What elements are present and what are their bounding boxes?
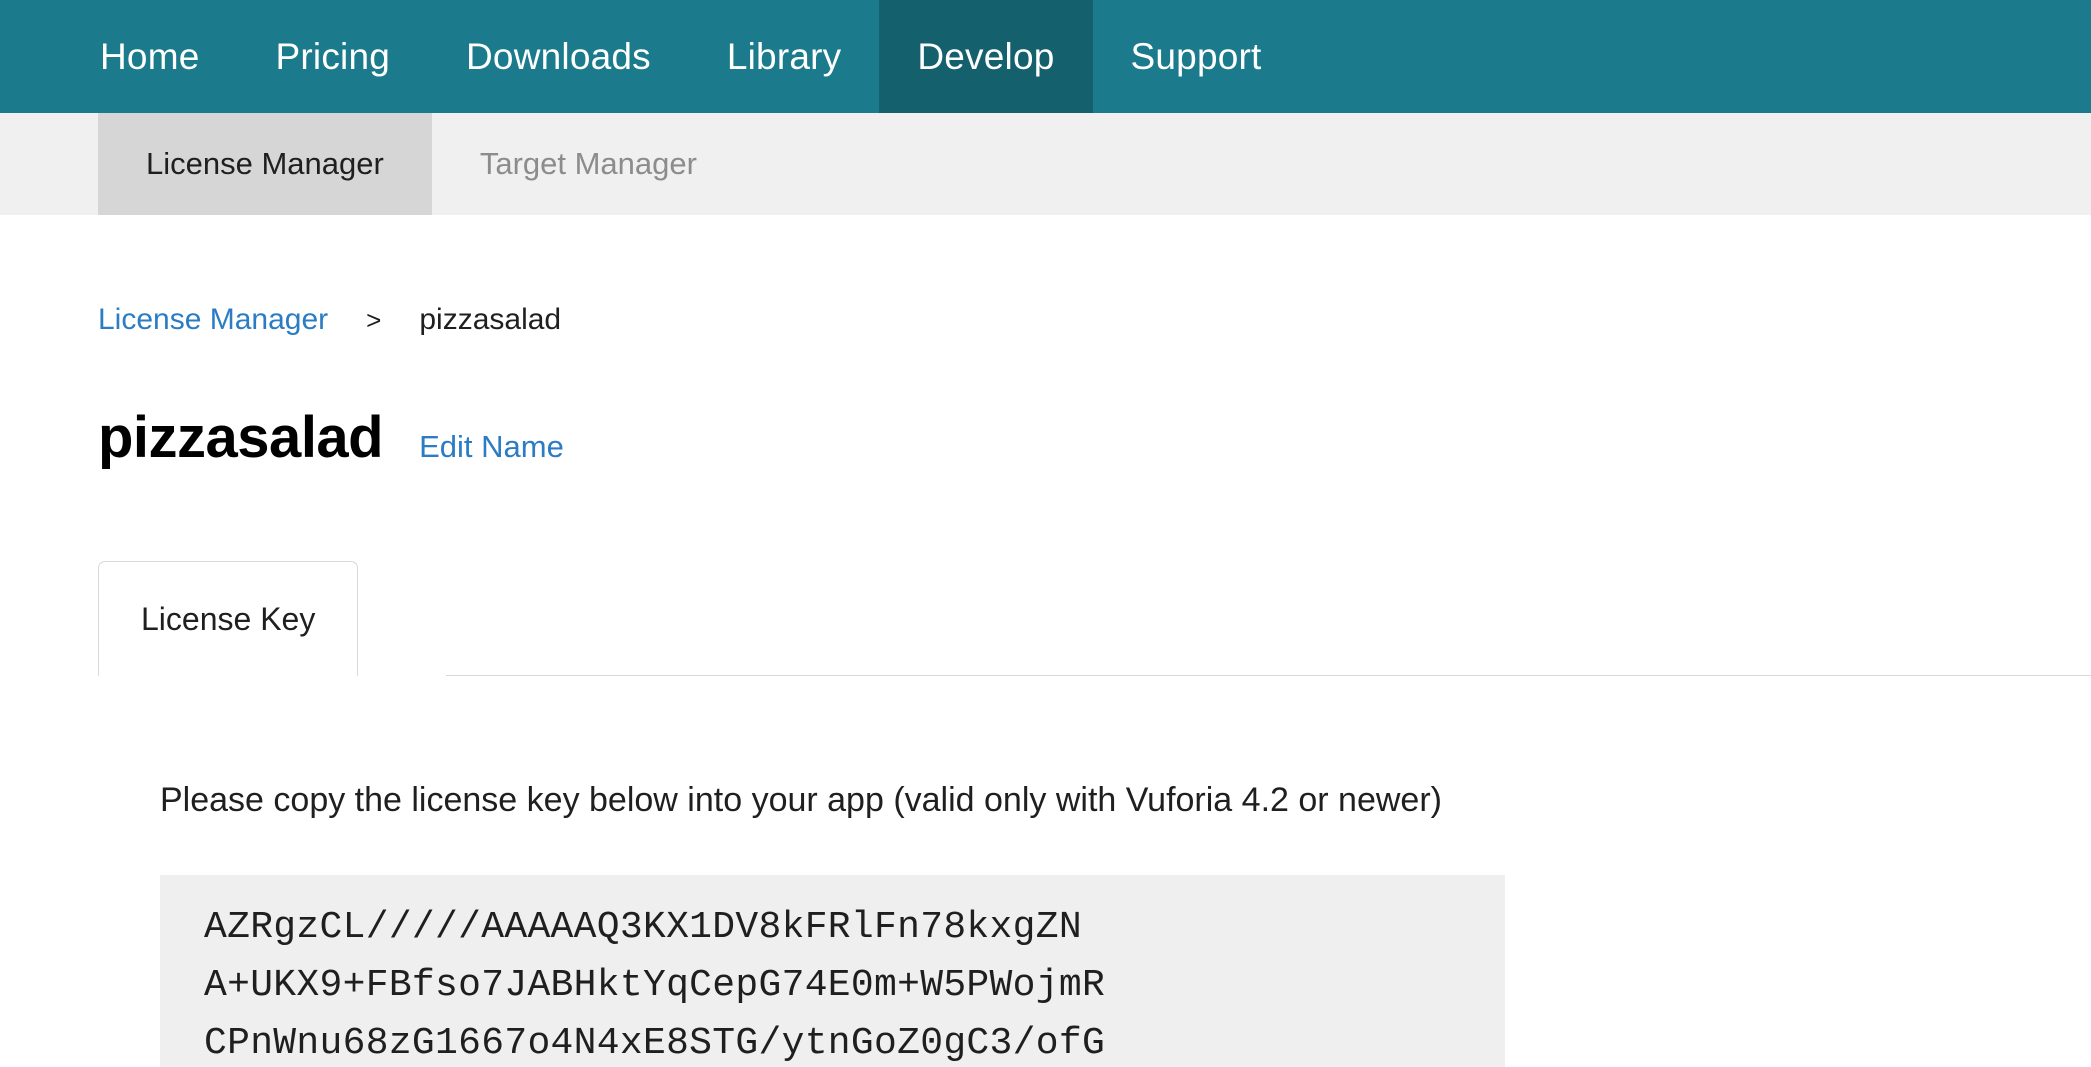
nav-item-support-label: Support	[1130, 35, 1262, 77]
sub-nav-item-license-manager-label: License Manager	[146, 146, 384, 181]
nav-item-downloads[interactable]: Downloads	[428, 0, 689, 113]
license-key-box[interactable]: AZRgzCL/////AAAAAQ3KX1DV8kFRlFn78kxgZN A…	[160, 875, 1505, 1067]
nav-item-home-label: Home	[100, 35, 200, 77]
breadcrumb-current: pizzasalad	[419, 303, 562, 336]
license-key-line: AZRgzCL/////AAAAAQ3KX1DV8kFRlFn78kxgZN	[204, 906, 1082, 949]
license-key-line: CPnWnu68zG1667o4N4xE8STG/ytnGoZ0gC3/ofG	[204, 1022, 1106, 1065]
sub-nav-item-target-manager-label: Target Manager	[479, 146, 697, 181]
page-content: License Manager > pizzasalad pizzasalad …	[0, 215, 2091, 1067]
edit-name-link[interactable]: Edit Name	[419, 429, 564, 465]
main-navigation-bar: Home Pricing Downloads Library Develop S…	[0, 0, 2091, 113]
nav-item-pricing-label: Pricing	[275, 35, 390, 77]
title-row: pizzasalad Edit Name	[98, 404, 2091, 471]
nav-item-support[interactable]: Support	[1093, 0, 1300, 113]
tab-strip-divider	[446, 675, 2091, 676]
license-key-instruction: Please copy the license key below into y…	[160, 781, 1442, 819]
secondary-navigation-bar: License Manager Target Manager	[0, 113, 2091, 215]
license-key-line: A+UKX9+FBfso7JABHktYqCepG74E0m+W5PWojmR	[204, 964, 1106, 1007]
nav-item-home[interactable]: Home	[62, 0, 238, 113]
sub-nav-item-license-manager[interactable]: License Manager	[98, 113, 432, 215]
nav-item-develop-label: Develop	[917, 35, 1055, 77]
tab-license-key[interactable]: License Key	[98, 561, 359, 676]
nav-item-pricing[interactable]: Pricing	[238, 0, 429, 113]
nav-item-library[interactable]: Library	[689, 0, 880, 113]
breadcrumb-separator: >	[366, 305, 382, 335]
nav-item-develop[interactable]: Develop	[879, 0, 1093, 113]
nav-item-library-label: Library	[726, 35, 842, 77]
sub-nav-item-target-manager[interactable]: Target Manager	[432, 113, 745, 215]
nav-item-downloads-label: Downloads	[466, 35, 651, 77]
tab-license-key-label: License Key	[141, 600, 316, 637]
breadcrumb: License Manager > pizzasalad	[98, 215, 2091, 337]
tab-strip: License Key	[98, 561, 2091, 676]
license-key-panel: Please copy the license key below into y…	[98, 781, 2091, 1067]
page-title: pizzasalad	[98, 405, 384, 470]
breadcrumb-link-license-manager[interactable]: License Manager	[98, 303, 328, 337]
